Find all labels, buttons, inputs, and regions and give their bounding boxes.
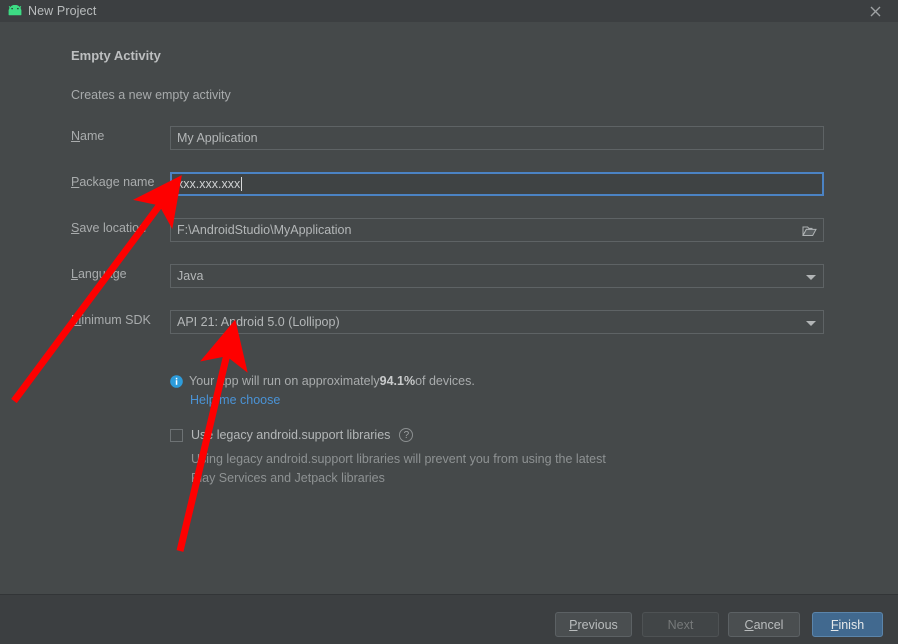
info-icon <box>170 374 183 388</box>
close-icon[interactable] <box>852 0 898 22</box>
text-caret <box>241 177 243 191</box>
accel-n: N <box>71 129 81 143</box>
save-location-field[interactable]: F:\AndroidStudio\MyApplication <box>170 218 824 242</box>
project-name-field[interactable]: My Application <box>170 126 824 150</box>
legacy-libraries-description: Using legacy android.support libraries w… <box>191 452 606 485</box>
form-row-minimum-sdk: Minimum SDK API 21: Android 5.0 (Lollipo… <box>0 310 898 334</box>
sdk-usage-text-before: Your app will run on approximately <box>189 374 380 388</box>
window-title: New Project <box>28 4 97 18</box>
minimum-sdk-combo[interactable]: API 21: Android 5.0 (Lollipop) <box>170 310 824 334</box>
question-mark-icon[interactable]: ? <box>399 428 414 442</box>
accel-l: L <box>71 267 78 281</box>
title-bar: New Project <box>0 0 898 22</box>
chevron-down-icon[interactable] <box>800 312 822 334</box>
android-robot-icon <box>6 4 24 18</box>
next-button[interactable]: Next <box>642 612 719 637</box>
project-name-value: My Application <box>177 131 258 145</box>
previous-button[interactable]: Previous <box>555 612 632 637</box>
label-name: Name <box>71 129 105 143</box>
package-name-field[interactable]: xxx.xxx.xxx <box>170 172 824 196</box>
new-project-dialog: New Project Empty Activity Creates a new… <box>0 0 898 644</box>
cancel-button[interactable]: Cancel <box>728 612 800 637</box>
sdk-usage-info: Your app will run on approximately 94.1%… <box>170 374 475 388</box>
form-row-package-name: Package name xxx.xxx.xxx <box>0 172 898 196</box>
language-value: Java <box>177 269 204 283</box>
language-combo[interactable]: Java <box>170 264 824 288</box>
finish-button[interactable]: Finish <box>812 612 883 637</box>
form-row-name: Name My Application <box>0 126 898 150</box>
form-row-save-location: Save location F:\AndroidStudio\MyApplica… <box>0 218 898 242</box>
label-package-name: Package name <box>71 175 155 189</box>
minimum-sdk-value: API 21: Android 5.0 (Lollipop) <box>177 315 340 329</box>
help-me-choose-link[interactable]: Help me choose <box>190 393 280 407</box>
save-location-value: F:\AndroidStudio\MyApplication <box>177 223 352 237</box>
sdk-usage-text-after: of devices. <box>415 374 475 388</box>
legacy-libraries-checkbox[interactable] <box>170 428 183 442</box>
dialog-button-bar: Previous Next Cancel Finish <box>0 594 898 644</box>
legacy-libraries-checkbox-row[interactable]: Use legacy android.support libraries ? <box>170 428 414 442</box>
label-language: Language <box>71 267 127 281</box>
chevron-down-icon[interactable] <box>800 266 822 288</box>
dialog-body: Empty Activity Creates a new empty activ… <box>0 22 898 594</box>
package-name-value: xxx.xxx.xxx <box>177 177 241 191</box>
label-save-location: Save location <box>71 221 147 235</box>
form-row-language: Language Java <box>0 264 898 288</box>
legacy-libraries-label: Use legacy android.support libraries <box>191 428 391 442</box>
template-title: Empty Activity <box>71 48 161 63</box>
accel-m: M <box>71 313 82 327</box>
template-description: Creates a new empty activity <box>71 88 231 102</box>
sdk-usage-percent: 94.1% <box>379 374 416 388</box>
folder-icon[interactable] <box>796 220 822 242</box>
label-minimum-sdk: Minimum SDK <box>71 313 151 327</box>
